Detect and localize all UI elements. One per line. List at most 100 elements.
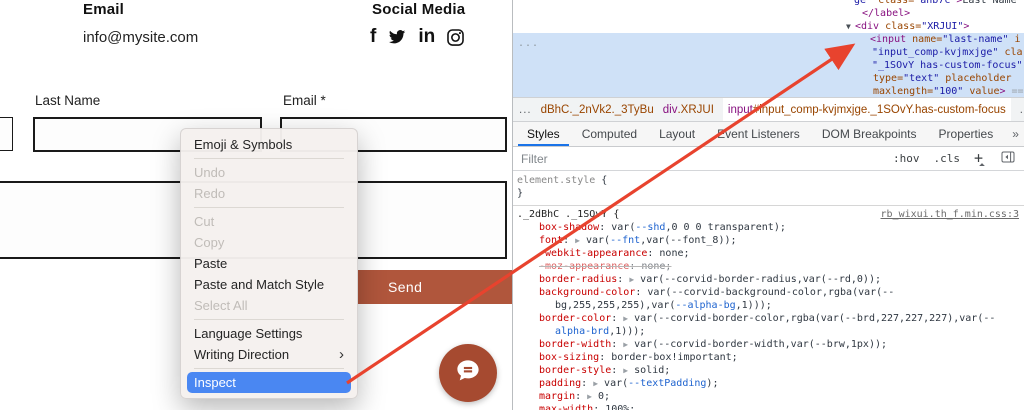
css-declaration[interactable]: bg,255,255,255),var(--alpha-bg,1)));	[513, 299, 1024, 312]
social-icons-row: f in	[370, 26, 465, 48]
menu-item-language-settings[interactable]: Language Settings	[181, 323, 357, 344]
menu-item-paste[interactable]: Paste	[181, 253, 357, 274]
syntax-token: value	[969, 86, 999, 97]
css-declaration[interactable]: padding: ▶ var(--textPadding);	[513, 377, 1024, 390]
stylesheet-source-link[interactable]: rb_wixui.th_f.min.css:3	[881, 208, 1019, 221]
breadcrumb-item[interactable]: input#input_comp-kvjmxjge._1SOvY.has-cus…	[723, 98, 1011, 121]
first-name-input-edge[interactable]	[0, 117, 13, 151]
syntax-token: ,var(--font_8));	[640, 235, 736, 246]
syntax-token: :	[617, 274, 629, 285]
dom-tree-line[interactable]: ▼<div class="XRJUI">	[513, 20, 1024, 33]
syntax-token: var(	[580, 235, 610, 246]
menu-item-emoji-symbols[interactable]: Emoji & Symbols	[181, 134, 357, 155]
menu-item-label: Paste and Match Style	[194, 277, 324, 292]
syntax-token: : var(--corvid-background-color,rgba(var…	[635, 287, 894, 298]
css-rule: ._2dBhC ._1SOvY { rb_wixui.th_f.min.css:…	[513, 206, 1024, 410]
linkedin-icon[interactable]: in	[418, 26, 435, 48]
send-button-label: Send	[388, 279, 422, 295]
dom-tree-line[interactable]: </label>	[513, 7, 1024, 20]
syntax-token: "XRJUI"	[921, 21, 963, 32]
syntax-token: );	[706, 378, 718, 389]
menu-item-label: Cut	[194, 214, 214, 229]
css-declaration[interactable]: border-width: ▶ var(--corvid-border-widt…	[513, 338, 1024, 351]
syntax-token: --alpha-bg	[675, 300, 735, 311]
toggle-element-state-button[interactable]: :hov	[893, 152, 920, 165]
syntax-token: div	[663, 104, 678, 116]
new-style-rule-button[interactable]: +	[974, 149, 987, 167]
tab-layout[interactable]: Layout	[648, 122, 706, 146]
facebook-icon[interactable]: f	[370, 26, 376, 48]
syntax-token: var(--corvid-border-color,rgba(var(--brd…	[628, 313, 995, 324]
syntax-token: -moz-appearance	[539, 261, 629, 272]
tab-event-listeners[interactable]: Event Listeners	[706, 122, 811, 146]
styles-filter-input[interactable]	[513, 152, 803, 166]
send-button[interactable]: Send	[358, 270, 512, 304]
css-declaration[interactable]: background-color: var(--corvid-backgroun…	[513, 286, 1024, 299]
dom-tree-line[interactable]: "input_comp-kvjmxjge" cla	[513, 46, 1024, 59]
menu-item-label: Select All	[194, 298, 247, 313]
element-style-rule[interactable]: element.style {}	[513, 171, 1024, 206]
syntax-token: :	[575, 391, 587, 402]
syntax-token: {	[595, 175, 607, 186]
breadcrumb-item[interactable]: div.XRJUI	[663, 98, 714, 121]
element-classes-button[interactable]: .cls	[933, 152, 960, 165]
menu-item-label: Language Settings	[194, 326, 302, 341]
tab-styles[interactable]: Styles	[516, 122, 571, 146]
contact-email-value: info@mysite.com	[83, 29, 198, 46]
node-options-dots[interactable]: ...	[518, 37, 539, 50]
menu-item-inspect[interactable]: Inspect	[187, 372, 351, 393]
syntax-token: var(--corvid-border-width,var(--brw,1px)…	[628, 339, 887, 350]
css-declaration[interactable]: -webkit-appearance: none;	[513, 247, 1024, 260]
breadcrumb-item[interactable]: dBhC._2nVk2._3TyBu	[541, 98, 654, 121]
syntax-token: --fnt	[610, 235, 640, 246]
dom-tree-line[interactable]: type="text" placeholder	[513, 72, 1024, 85]
twitter-icon[interactable]	[387, 26, 407, 48]
last-name-label: Last Name	[35, 93, 100, 108]
syntax-token: #input_comp-kvjmxjge._1SOvY.has-custom-f…	[753, 104, 1006, 116]
menu-item-paste-and-match-style[interactable]: Paste and Match Style	[181, 274, 357, 295]
menu-item-label: Undo	[194, 165, 225, 180]
menu-item-label: Writing Direction	[194, 347, 289, 362]
syntax-token: .XRJUI	[677, 104, 713, 116]
tab-properties[interactable]: Properties	[928, 122, 1005, 146]
syntax-token: type=	[873, 73, 903, 84]
syntax-token: border-color	[539, 313, 611, 324]
chat-bubble-icon	[453, 356, 483, 391]
menu-divider	[194, 368, 344, 369]
tab-dom-breakpoints[interactable]: DOM Breakpoints	[811, 122, 928, 146]
menu-item-writing-direction[interactable]: Writing Direction›	[181, 344, 357, 365]
breadcrumb-overflow-left[interactable]: ...	[519, 104, 532, 116]
syntax-token: --textPadding	[628, 378, 706, 389]
css-declaration[interactable]: border-style: ▶ solid;	[513, 364, 1024, 377]
sidebar-toggle-icon[interactable]	[1001, 151, 1015, 166]
element-style-line[interactable]: element.style {	[513, 174, 1024, 187]
syntax-token: :	[611, 313, 623, 324]
syntax-token: >	[963, 21, 969, 32]
css-declaration[interactable]: alpha-brd,1)));	[513, 325, 1024, 338]
css-declaration[interactable]: font: ▶ var(--fnt,var(--font_8));	[513, 234, 1024, 247]
more-tabs-icon[interactable]: »	[1004, 122, 1024, 146]
css-declaration[interactable]: max-width: 100%;	[513, 403, 1024, 410]
css-declaration[interactable]: margin: ▶ 0;	[513, 390, 1024, 403]
css-declaration[interactable]: border-radius: ▶ var(--corvid-border-rad…	[513, 273, 1024, 286]
dom-tree-line[interactable]: "_1SOvY has-custom-focus"	[513, 59, 1024, 72]
instagram-icon[interactable]	[446, 26, 465, 48]
syntax-token: cla	[1004, 47, 1022, 58]
chat-widget-button[interactable]	[439, 344, 497, 402]
syntax-token: padding	[539, 378, 581, 389]
dom-tree-line[interactable]: ge" class="ahb7c">Last Name	[513, 0, 1024, 7]
syntax-token: background-color	[539, 287, 635, 298]
css-declaration[interactable]: -moz-appearance: none;	[513, 260, 1024, 273]
devtools-sidebar-tabs: StylesComputedLayoutEvent ListenersDOM B…	[513, 122, 1024, 147]
css-declaration[interactable]: border-color: ▶ var(--corvid-border-colo…	[513, 312, 1024, 325]
syntax-token: "text"	[903, 73, 939, 84]
breadcrumb-overflow-right[interactable]: ...	[1020, 104, 1024, 116]
css-declaration[interactable]: box-shadow: var(--shd,0 0 0 transparent)…	[513, 221, 1024, 234]
syntax-token: solid;	[628, 365, 670, 376]
dom-tree-line[interactable]: maxlength="100" value> ==	[513, 85, 1024, 97]
dom-tree-line[interactable]: <input name="last-name" i	[513, 33, 1024, 46]
css-declaration[interactable]: box-sizing: border-box!important;	[513, 351, 1024, 364]
css-selector[interactable]: ._2dBhC ._1SOvY {	[513, 208, 619, 221]
tab-computed[interactable]: Computed	[571, 122, 648, 146]
element-style-line[interactable]: }	[513, 187, 1024, 200]
